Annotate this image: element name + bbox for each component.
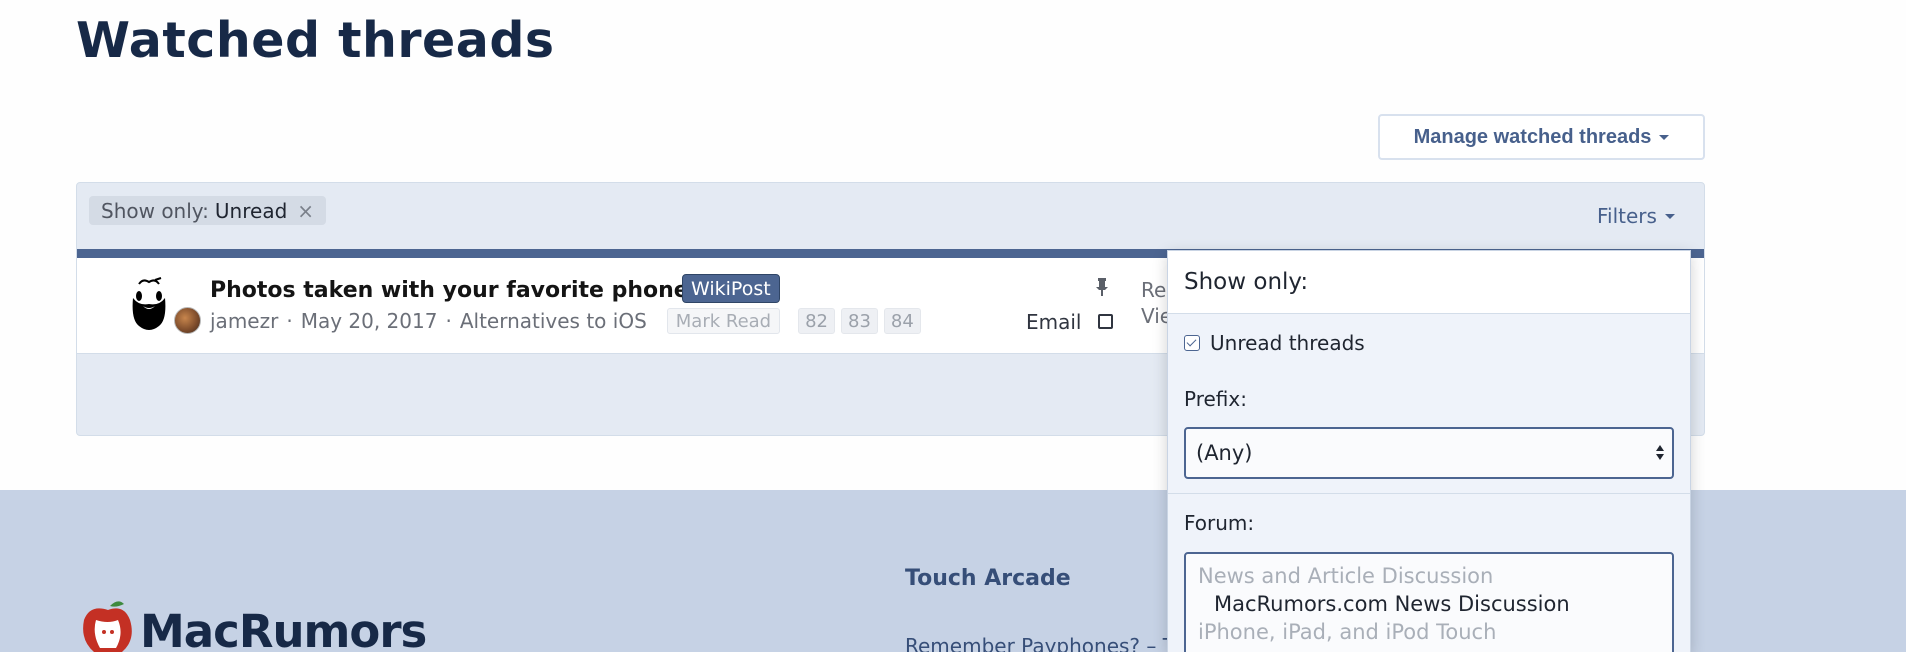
filter-chip-value: Unread <box>214 198 288 223</box>
menu-divider <box>1168 493 1690 494</box>
active-filter-chip[interactable]: Show only: Unread × <box>89 196 327 225</box>
caret-down-icon <box>1659 134 1670 140</box>
close-icon[interactable]: × <box>297 199 314 223</box>
thread-author-link[interactable]: jamezr <box>210 309 278 333</box>
manage-watched-threads-label: Manage watched threads <box>1413 125 1652 148</box>
unread-threads-checkbox[interactable] <box>1184 335 1200 351</box>
caret-down-icon <box>1664 213 1675 219</box>
unread-threads-label: Unread threads <box>1210 331 1365 355</box>
forum-option-group: iPhone, iPad, and iPod Touch <box>1198 620 1497 644</box>
thread-meta: jamezr · May 20, 2017 · Alternatives to … <box>210 308 921 334</box>
prefix-select-value: (Any) <box>1196 441 1253 465</box>
thread-title-link[interactable]: Photos taken with your favorite phone! <box>210 278 699 303</box>
mark-read-button[interactable]: Mark Read <box>666 308 781 334</box>
filters-label: Filters <box>1597 204 1657 228</box>
meta-separator: · <box>445 309 452 333</box>
forum-multiselect[interactable]: News and Article Discussion MacRumors.co… <box>1184 552 1674 652</box>
forum-label: Forum: <box>1184 511 1255 535</box>
meta-separator: · <box>286 309 293 333</box>
forum-option-group: News and Article Discussion <box>1198 564 1494 588</box>
avatar[interactable] <box>125 276 173 332</box>
prefix-label: Prefix: <box>1184 387 1247 411</box>
participant-avatar[interactable] <box>174 307 201 334</box>
unread-threads-option[interactable]: Unread threads <box>1184 331 1365 355</box>
page-jump-links: 82 83 84 <box>798 308 921 334</box>
thread-forum-link[interactable]: Alternatives to iOS <box>460 309 647 333</box>
thread-prefix-badge[interactable]: WikiPost <box>682 274 780 303</box>
apple-logo-icon <box>83 601 132 652</box>
replies-stat: Re <box>1141 278 1167 302</box>
page-link[interactable]: 84 <box>883 308 921 334</box>
select-arrows-icon <box>1656 445 1664 460</box>
site-logo[interactable]: MacRumors <box>80 598 427 652</box>
filter-chip-prefix: Show only: <box>101 198 209 223</box>
page-link[interactable]: 82 <box>798 308 836 334</box>
page-link[interactable]: 83 <box>841 308 878 334</box>
filters-menu-header: Show only: <box>1168 251 1690 314</box>
logo-text: MacRumors <box>140 605 427 652</box>
page-title: Watched threads <box>76 12 555 69</box>
manage-watched-threads-button[interactable]: Manage watched threads <box>1378 114 1705 160</box>
filters-menu: Show only: Unread threads Prefix: (Any) … <box>1167 250 1691 652</box>
pin-icon <box>1096 278 1108 296</box>
forum-option[interactable]: MacRumors.com News Discussion <box>1198 590 1660 618</box>
prefix-select[interactable]: (Any) <box>1184 427 1674 479</box>
footer-article-link[interactable]: Remember Payphones? – T <box>905 634 1175 652</box>
thread-date-link[interactable]: May 20, 2017 <box>301 309 438 333</box>
email-notify-checkbox[interactable] <box>1098 314 1113 329</box>
footer-column-heading[interactable]: Touch Arcade <box>905 566 1071 591</box>
filters-menu-trigger[interactable]: Filters <box>1597 204 1675 228</box>
email-notify-label: Email <box>1026 310 1082 334</box>
